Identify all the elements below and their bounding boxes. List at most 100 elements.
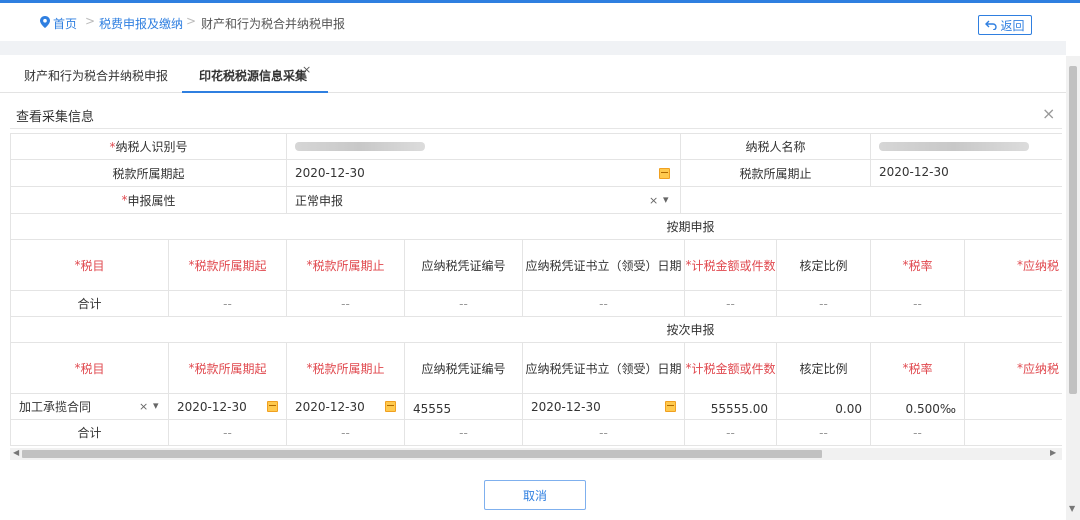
column-header-label: 税目 bbox=[80, 258, 105, 273]
column-header-label: 应纳税凭证编号 bbox=[421, 361, 506, 376]
declare-attr-label-cell: * 申报属性 bbox=[11, 187, 287, 214]
panel-title: 查看采集信息 bbox=[16, 110, 95, 125]
total-cell: -- bbox=[777, 420, 871, 446]
back-button-label: 返回 bbox=[1000, 18, 1025, 33]
chevron-down-icon[interactable]: ▾ bbox=[663, 193, 669, 206]
clear-icon[interactable]: × bbox=[139, 400, 148, 413]
total-cell: -- bbox=[685, 291, 777, 317]
header-spacer bbox=[0, 41, 1066, 55]
column-header-label: 计税金额或件数 bbox=[691, 361, 776, 376]
row-period-end-field[interactable]: 2020-12-30 bbox=[287, 394, 405, 420]
scroll-left-icon[interactable]: ◀ bbox=[13, 448, 19, 457]
section-periodic-title: 按期申报 bbox=[11, 214, 1062, 240]
return-arrow-icon bbox=[985, 20, 998, 30]
column-header-label: 税款所属期起 bbox=[194, 361, 267, 376]
column-header-tax-payable: * 应纳税 bbox=[965, 343, 1062, 394]
column-header-tax-item: * 税目 bbox=[11, 343, 169, 394]
column-header-voucher-date: 应纳税凭证书立（领受）日期 bbox=[523, 240, 685, 291]
row-voucher-no[interactable]: 45555 bbox=[405, 394, 523, 420]
period-start-value: 2020-12-30 bbox=[295, 166, 365, 180]
tax-item-select[interactable]: 加工承揽合同 × ▾ bbox=[11, 394, 169, 420]
horizontal-scroll-thumb[interactable] bbox=[22, 450, 822, 458]
chevron-down-icon[interactable]: ▾ bbox=[153, 399, 159, 412]
total-cell: -- bbox=[685, 420, 777, 446]
declare-attr-select[interactable]: 正常申报 × ▾ bbox=[287, 187, 681, 214]
total-cell: -- bbox=[169, 291, 287, 317]
calendar-icon[interactable] bbox=[385, 401, 396, 412]
row-rate: 0.500‰ bbox=[871, 394, 965, 420]
column-header-tax-payable: * 应纳税 bbox=[965, 240, 1062, 291]
column-header-label: 核定比例 bbox=[799, 361, 848, 376]
period-end-label: 税款所属期止 bbox=[681, 160, 871, 187]
row-voucher-date-value: 2020-12-30 bbox=[531, 399, 601, 414]
column-header-amount: * 计税金额或件数 bbox=[685, 240, 777, 291]
tab-bar: 财产和行为税合并纳税申报 印花税税源信息采集 × bbox=[0, 55, 1066, 93]
location-pin-icon bbox=[40, 16, 50, 28]
panel-close-icon[interactable]: × bbox=[1042, 104, 1055, 123]
total-cell: -- bbox=[169, 420, 287, 446]
redacted-taxpayer-id bbox=[295, 142, 425, 151]
section-per-time-title: 按次申报 bbox=[11, 317, 1062, 343]
column-header-rate: * 税率 bbox=[871, 343, 965, 394]
row-period-start-value: 2020-12-30 bbox=[177, 399, 247, 414]
period-end-value: 2020-12-30 bbox=[871, 160, 1062, 187]
column-header-ratio: 核定比例 bbox=[777, 343, 871, 394]
taxpayer-id-label-cell: * 纳税人识别号 bbox=[11, 134, 287, 160]
column-header-label: 税款所属期止 bbox=[312, 361, 385, 376]
redacted-taxpayer-name bbox=[879, 142, 1029, 151]
total-cell: -- bbox=[523, 291, 685, 317]
column-header-label: 税款所属期止 bbox=[312, 258, 385, 273]
row-tax-payable bbox=[965, 394, 1062, 420]
scroll-right-icon[interactable]: ▶ bbox=[1050, 448, 1056, 457]
row-period-start-field[interactable]: 2020-12-30 bbox=[169, 394, 287, 420]
column-header-label: 应纳税 bbox=[1023, 258, 1060, 273]
total-cell: -- bbox=[777, 291, 871, 317]
vertical-scrollbar[interactable]: ▼ bbox=[1066, 56, 1080, 520]
total-cell: -- bbox=[871, 291, 965, 317]
calendar-icon[interactable] bbox=[267, 401, 278, 412]
total-cell: -- bbox=[405, 420, 523, 446]
column-header-amount: * 计税金额或件数 bbox=[685, 343, 777, 394]
cancel-button[interactable]: 取消 bbox=[484, 480, 586, 510]
total-cell: -- bbox=[965, 291, 1062, 317]
scroll-down-icon[interactable]: ▼ bbox=[1069, 504, 1075, 513]
column-header-rate: * 税率 bbox=[871, 240, 965, 291]
row-period-end-value: 2020-12-30 bbox=[295, 399, 365, 414]
declare-attr-label: 申报属性 bbox=[127, 193, 176, 208]
horizontal-scrollbar[interactable]: ◀ ▶ bbox=[10, 448, 1062, 460]
column-header-label: 税率 bbox=[908, 361, 933, 376]
calendar-icon[interactable] bbox=[659, 168, 670, 179]
taxpayer-id-label: 纳税人识别号 bbox=[115, 140, 188, 154]
taxpayer-name-label: 纳税人名称 bbox=[681, 134, 871, 160]
breadcrumb-tax-filing[interactable]: 税费申报及缴纳 bbox=[99, 15, 183, 32]
column-header-label: 税目 bbox=[80, 361, 105, 376]
breadcrumb: 首页 > 税费申报及缴纳 > 财产和行为税合并纳税申报 返回 bbox=[0, 3, 1066, 41]
panel-divider bbox=[10, 128, 1062, 129]
breadcrumb-separator: > bbox=[186, 14, 197, 28]
taxpayer-name-value bbox=[871, 134, 1062, 160]
row-amount[interactable]: 55555.00 bbox=[685, 394, 777, 420]
column-header-label: 应纳税凭证书立（领受）日期 bbox=[525, 258, 682, 273]
tab-combined-tax-filing[interactable]: 财产和行为税合并纳税申报 bbox=[24, 67, 168, 84]
total-cell: -- bbox=[287, 291, 405, 317]
column-header-label: 应纳税凭证编号 bbox=[421, 258, 506, 273]
breadcrumb-home[interactable]: 首页 bbox=[53, 15, 77, 32]
total-cell: -- bbox=[965, 420, 1062, 446]
row-voucher-date-field[interactable]: 2020-12-30 bbox=[523, 394, 685, 420]
column-header-label: 应纳税凭证书立（领受）日期 bbox=[525, 361, 682, 376]
clear-icon[interactable]: × bbox=[649, 194, 658, 207]
period-start-field[interactable]: 2020-12-30 bbox=[287, 160, 681, 187]
taxpayer-id-value bbox=[287, 134, 681, 160]
total-cell: -- bbox=[523, 420, 685, 446]
total-label: 合计 bbox=[11, 291, 169, 317]
tab-stamp-tax-source[interactable]: 印花税税源信息采集 bbox=[199, 67, 307, 84]
tab-close-icon[interactable]: × bbox=[302, 63, 311, 76]
vertical-scroll-thumb[interactable] bbox=[1069, 66, 1077, 394]
calendar-icon[interactable] bbox=[665, 401, 676, 412]
declare-attr-value: 正常申报 bbox=[295, 193, 344, 208]
column-header-ratio: 核定比例 bbox=[777, 240, 871, 291]
column-header-voucher-date: 应纳税凭证书立（领受）日期 bbox=[523, 343, 685, 394]
back-button[interactable]: 返回 bbox=[978, 15, 1032, 35]
breadcrumb-separator: > bbox=[85, 14, 96, 28]
period-start-label: 税款所属期起 bbox=[11, 160, 287, 187]
